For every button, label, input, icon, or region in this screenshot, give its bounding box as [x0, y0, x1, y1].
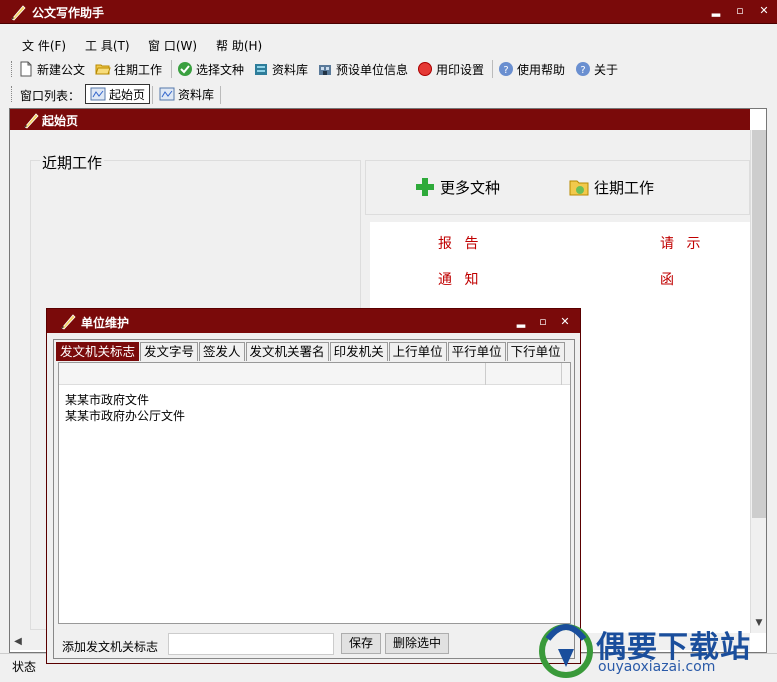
help-icon: ?: [499, 62, 513, 76]
new-document-label: 新建公文: [37, 62, 86, 77]
quick-links-panel: 更多文种 往期工作: [365, 160, 750, 215]
select-doctype-label: 选择文种: [196, 62, 245, 77]
svg-text:?: ?: [580, 65, 585, 76]
tab-issuing-org-mark[interactable]: 发文机关标志: [56, 342, 140, 361]
dialog-footer: 添加发文机关标志 保存 删除选中: [54, 631, 574, 657]
about-button[interactable]: ? 关于: [575, 60, 618, 78]
org-mark-list[interactable]: 某某市政府文件 某某市政府办公厅文件: [58, 362, 571, 624]
library-icon: [255, 64, 267, 75]
seal-settings-button[interactable]: 用印设置: [417, 60, 484, 78]
tab-superior-unit[interactable]: 上行单位: [388, 342, 447, 361]
tab-issuing-org-signature[interactable]: 发文机关署名: [245, 342, 329, 361]
app-title: 公文写作助手: [32, 6, 105, 20]
list-header: [59, 363, 570, 385]
about-label: 关于: [594, 62, 619, 77]
winlist-grip[interactable]: [11, 86, 13, 102]
window-tab-start-label: 起始页: [109, 87, 146, 102]
svg-text:?: ?: [503, 65, 508, 76]
recent-work-label: 近期工作: [40, 152, 105, 173]
menu-window[interactable]: 窗 口(W): [148, 37, 197, 54]
library-label: 资料库: [272, 62, 309, 77]
past-work-link-label: 往期工作: [594, 178, 655, 197]
seal-settings-label: 用印设置: [436, 62, 485, 77]
doctype-notice[interactable]: 通 知: [438, 269, 482, 289]
select-doctype-button[interactable]: 选择文种: [177, 60, 244, 78]
folder-icon: [569, 180, 589, 196]
add-org-mark-label: 添加发文机关标志: [62, 640, 159, 654]
toolbar: 新建公文 往期工作 选择文种 资料库 预设单位信息 用印设置 ? 使用帮助 ? …: [0, 58, 777, 80]
document-icon: [90, 87, 106, 101]
close-button[interactable]: ✕: [757, 4, 771, 18]
menu-file[interactable]: 文 件(F): [22, 37, 66, 54]
list-column-header[interactable]: [486, 363, 562, 385]
dialog-titlebar: 单位维护 ▂ ▫ ✕: [47, 309, 580, 333]
plus-icon: [416, 178, 434, 196]
doctype-request[interactable]: 请 示: [660, 233, 704, 253]
window-list-bar: 窗口列表： 起始页 资料库: [0, 82, 777, 106]
menu-tools[interactable]: 工 具(T): [85, 37, 130, 54]
window-tab-library-label: 资料库: [178, 87, 215, 102]
scrollbar-thumb[interactable]: [752, 130, 766, 518]
start-page-title: 起始页: [42, 114, 79, 128]
list-item[interactable]: 某某市政府办公厅文件: [65, 407, 185, 424]
new-document-button[interactable]: 新建公文: [18, 60, 85, 78]
select-doctype-icon: [178, 62, 192, 76]
dialog-tabs: 发文机关标志 发文字号 签发人 发文机关署名 印发机关 上行单位 平行单位 下行…: [56, 342, 566, 361]
unit-info-label: 预设单位信息: [336, 62, 409, 77]
doctype-letter[interactable]: 函: [660, 269, 678, 289]
dialog-minimize-button[interactable]: ▂: [514, 315, 528, 329]
dialog-body: 发文机关标志 发文字号 签发人 发文机关署名 印发机关 上行单位 平行单位 下行…: [53, 339, 575, 659]
start-page-titlebar: 起始页: [10, 109, 750, 130]
unit-info-icon: [319, 65, 331, 75]
doctype-report[interactable]: 报 告: [438, 233, 482, 253]
folder-open-icon: [95, 64, 111, 75]
scroll-left-arrow-icon[interactable]: ◀: [10, 633, 26, 650]
more-doctypes-link[interactable]: 更多文种: [414, 176, 500, 198]
add-org-mark-input[interactable]: [168, 633, 334, 655]
tab-subordinate-unit[interactable]: 下行单位: [506, 342, 565, 361]
tab-document-number[interactable]: 发文字号: [140, 342, 199, 361]
library-button[interactable]: 资料库: [253, 60, 308, 78]
quill-icon: [11, 5, 26, 21]
unit-info-button[interactable]: 预设单位信息: [317, 60, 408, 78]
tab-printing-org[interactable]: 印发机关: [329, 342, 388, 361]
new-document-icon: [20, 61, 32, 77]
quill-icon: [24, 113, 39, 129]
vertical-scrollbar[interactable]: ▼: [750, 130, 766, 633]
tab-signer[interactable]: 签发人: [199, 342, 245, 361]
more-doctypes-label: 更多文种: [440, 178, 501, 197]
dialog-close-button[interactable]: ✕: [558, 315, 572, 329]
past-work-label: 往期工作: [114, 62, 163, 77]
watermark-logo-icon: [539, 624, 593, 678]
seal-icon: [418, 62, 432, 76]
menubar: 文 件(F) 工 具(T) 窗 口(W) 帮 助(H): [0, 33, 777, 55]
quill-icon: [61, 314, 76, 330]
delete-selected-button[interactable]: 删除选中: [385, 633, 449, 654]
window-list-label: 窗口列表：: [20, 89, 81, 103]
dialog-title: 单位维护: [81, 316, 130, 330]
list-column-header[interactable]: [59, 363, 486, 385]
menu-help[interactable]: 帮 助(H): [216, 37, 262, 54]
usage-help-button[interactable]: ? 使用帮助: [498, 60, 565, 78]
window-tab-library[interactable]: 资料库: [155, 84, 218, 104]
toolbar-grip[interactable]: [11, 61, 13, 77]
about-icon: ?: [576, 62, 590, 76]
past-work-link[interactable]: 往期工作: [568, 176, 654, 198]
past-work-button[interactable]: 往期工作: [95, 60, 162, 78]
document-icon: [159, 87, 175, 101]
save-button[interactable]: 保存: [341, 633, 381, 654]
app-titlebar: 公文写作助手 ▂ ▫ ✕: [0, 0, 777, 24]
watermark-url: ouyaoxiazai.com: [598, 659, 716, 675]
unit-maintenance-dialog: 单位维护 ▂ ▫ ✕ 发文机关标志 发文字号 签发人 发文机关署名 印发机关 上…: [46, 308, 581, 664]
minimize-button[interactable]: ▂: [709, 4, 723, 18]
site-watermark: 偶要下载站 ouyaoxiazai.com: [534, 615, 777, 682]
dialog-maximize-button[interactable]: ▫: [536, 315, 550, 329]
usage-help-label: 使用帮助: [517, 62, 566, 77]
maximize-button[interactable]: ▫: [733, 4, 747, 18]
tab-parallel-unit[interactable]: 平行单位: [447, 342, 506, 361]
window-tab-start[interactable]: 起始页: [85, 84, 151, 104]
status-text: 状态: [12, 660, 37, 674]
list-item[interactable]: 某某市政府文件: [65, 391, 149, 408]
